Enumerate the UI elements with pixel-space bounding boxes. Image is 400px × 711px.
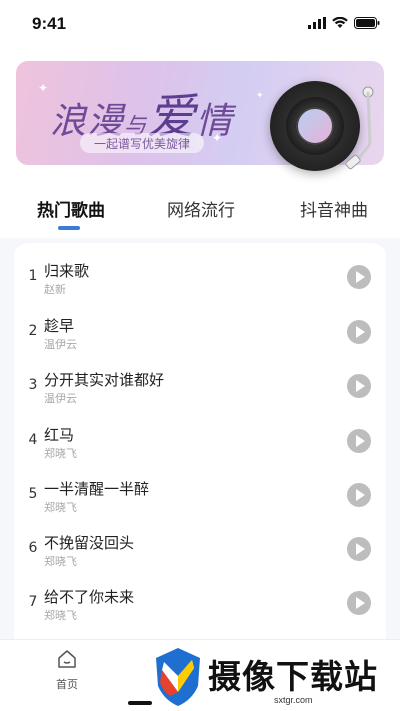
song-rank: 7 xyxy=(28,594,38,610)
watermark: 摄像下载站 sxtgr.com xyxy=(152,644,400,711)
tonearm-icon xyxy=(345,86,374,170)
song-row[interactable]: 1 归来歌 赵新 xyxy=(14,246,386,300)
song-title: 分开其实对谁都好 xyxy=(44,371,165,389)
song-artist: 郑晓飞 xyxy=(44,447,77,460)
home-indicator xyxy=(128,701,152,705)
song-artist: 郑晓飞 xyxy=(44,555,77,568)
song-title: 红马 xyxy=(44,426,75,444)
watermark-logo-icon xyxy=(156,648,200,706)
song-rank: 6 xyxy=(28,540,38,556)
song-artist: 郑晓飞 xyxy=(44,501,77,514)
song-row[interactable]: 5 一半清醒一半醉 郑晓飞 xyxy=(14,464,386,518)
song-title: 一半清醒一半醉 xyxy=(44,480,150,498)
tab-hot-songs[interactable]: 热门歌曲 xyxy=(37,196,105,221)
home-icon xyxy=(58,650,76,668)
song-artist: 温伊云 xyxy=(44,338,77,351)
song-rank: 3 xyxy=(28,377,38,393)
song-rank: 5 xyxy=(28,486,38,502)
watermark-url: sxtgr.com xyxy=(274,695,313,705)
sparkle-icon: ✦ xyxy=(212,131,223,145)
song-rank: 4 xyxy=(28,432,38,448)
play-button[interactable] xyxy=(347,429,371,453)
banner-subtitle: 一起谱写优美旋律 xyxy=(80,133,205,153)
signal-icon xyxy=(308,17,326,29)
song-artist: 赵新 xyxy=(44,283,66,296)
tab-indicator xyxy=(58,226,80,230)
song-row[interactable]: 3 分开其实对谁都好 温伊云 xyxy=(14,355,386,409)
song-row[interactable]: 4 红马 郑晓飞 xyxy=(14,410,386,464)
status-time: 9:41 xyxy=(32,14,67,33)
song-artist: 温伊云 xyxy=(44,392,77,405)
wifi-icon xyxy=(332,17,348,28)
song-title: 给不了你未来 xyxy=(44,588,135,606)
play-button[interactable] xyxy=(347,320,371,344)
sparkle-icon: ✦ xyxy=(256,91,264,101)
record-label xyxy=(296,107,334,145)
song-row[interactable]: 7 给不了你未来 郑晓飞 xyxy=(14,572,386,626)
song-row[interactable]: 6 不挽留没回头 郑晓飞 xyxy=(14,518,386,572)
category-tabs: 热门歌曲 网络流行 抖音神曲 xyxy=(0,196,400,236)
song-row[interactable]: 2 趁早 温伊云 xyxy=(14,301,386,355)
play-button[interactable] xyxy=(347,483,371,507)
play-button[interactable] xyxy=(347,265,371,289)
song-rank: 2 xyxy=(28,323,38,339)
nav-home[interactable]: 首页 xyxy=(50,648,84,692)
play-button[interactable] xyxy=(347,537,371,561)
song-artist: 郑晓飞 xyxy=(44,609,77,622)
song-rank: 1 xyxy=(28,268,38,284)
song-list: 1 归来歌 赵新 2 趁早 温伊云 3 分开其实对谁都好 温伊云 4 红马 郑晓… xyxy=(14,243,386,683)
status-icons xyxy=(308,17,380,29)
song-title: 归来歌 xyxy=(44,262,90,280)
play-button[interactable] xyxy=(347,374,371,398)
nav-home-label: 首页 xyxy=(56,678,78,691)
tab-douyin-hits[interactable]: 抖音神曲 xyxy=(300,196,368,221)
play-button[interactable] xyxy=(347,591,371,615)
song-title: 趁早 xyxy=(44,317,75,335)
status-bar: 9:41 xyxy=(0,0,400,48)
watermark-text: 摄像下载站 xyxy=(208,657,378,696)
battery-icon xyxy=(354,17,380,29)
tab-online-pop[interactable]: 网络流行 xyxy=(167,196,235,221)
song-title: 不挽留没回头 xyxy=(44,534,135,552)
sparkle-icon: ✦ xyxy=(38,81,49,95)
